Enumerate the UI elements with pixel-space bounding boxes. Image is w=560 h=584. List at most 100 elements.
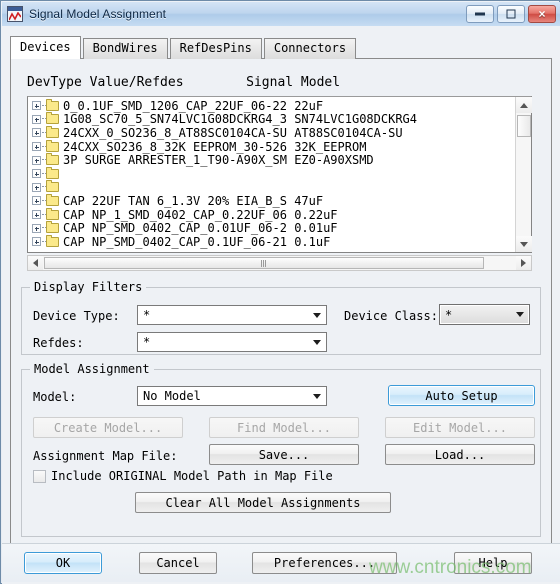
list-item[interactable]: CAP NP_1_SMD_0402_CAP_0.22UF_06 0.22uF — [28, 207, 515, 222]
tab-connectors[interactable]: Connectors — [263, 38, 357, 59]
expand-plus-icon[interactable] — [32, 223, 41, 233]
load-button[interactable]: Load... — [385, 444, 535, 465]
tab-refdespins[interactable]: RefDesPins — [169, 38, 262, 59]
device-class-combo[interactable]: * — [439, 304, 530, 325]
close-button[interactable]: × — [528, 5, 556, 23]
include-original-path-label: Include ORIGINAL Model Path in Map File — [51, 469, 333, 483]
chevron-down-icon[interactable] — [309, 307, 325, 323]
scroll-up-arrow-icon[interactable] — [516, 97, 532, 113]
expand-plus-icon[interactable] — [32, 196, 41, 206]
folder-icon — [46, 153, 59, 166]
tab-label: RefDesPins — [179, 41, 252, 55]
model-value: No Model — [143, 389, 201, 403]
save-button[interactable]: Save... — [209, 444, 359, 465]
window-title: Signal Model Assignment — [29, 7, 167, 21]
list-item-text: 0_0.1UF_SMD_1206_CAP_22UF_06-22 22uF — [63, 98, 324, 113]
auto-setup-button[interactable]: Auto Setup — [388, 385, 535, 406]
minimize-button[interactable] — [466, 5, 494, 23]
help-button[interactable]: Help — [454, 552, 532, 574]
chevron-down-icon[interactable] — [309, 334, 325, 350]
expand-plus-icon[interactable] — [32, 142, 41, 152]
tab-bondwires[interactable]: BondWires — [82, 38, 168, 59]
list-item-text: CAP 22UF TAN 6_1.3V 20% EIA_B_S 47uF — [63, 193, 324, 208]
edit-model-button[interactable]: Edit Model... — [385, 417, 535, 438]
list-item[interactable]: 24CXX_0_SO236_8_AT88SC0104CA-SU AT88SC01… — [28, 125, 515, 140]
model-label: Model: — [33, 390, 77, 404]
expand-plus-icon[interactable] — [32, 101, 41, 111]
display-filters-legend: Display Filters — [30, 280, 147, 294]
tab-devices[interactable]: Devices — [10, 36, 81, 59]
list-item[interactable]: 24CXX_SO236_8_32K EEPROM_30-526 32K_EEPR… — [28, 139, 515, 154]
scroll-down-arrow-icon[interactable] — [516, 236, 532, 252]
tab-label: BondWires — [92, 41, 158, 55]
expand-plus-icon[interactable] — [32, 182, 41, 192]
list-column-header: DevType Value/Refdes Signal Model — [27, 75, 341, 90]
model-assignment-legend: Model Assignment — [30, 362, 154, 376]
list-item-text: 24CXX_SO236_8_32K EEPROM_30-526 32K_EEPR… — [63, 139, 367, 154]
expand-plus-icon[interactable] — [32, 169, 41, 179]
chevron-down-icon[interactable] — [309, 388, 325, 404]
create-model-button[interactable]: Create Model... — [33, 417, 183, 438]
model-combo[interactable]: No Model — [137, 386, 327, 406]
find-model-button[interactable]: Find Model... — [209, 417, 359, 438]
dialog-window: Signal Model Assignment × Devices BondWi… — [0, 0, 560, 584]
expand-plus-icon[interactable] — [32, 237, 41, 247]
refdes-combo[interactable]: * — [137, 332, 327, 352]
maximize-button[interactable] — [497, 5, 525, 23]
device-class-label: Device Class: — [344, 309, 438, 323]
checkbox-box — [33, 469, 46, 483]
list-item-text: 24CXX_0_SO236_8_AT88SC0104CA-SU AT88SC01… — [63, 125, 403, 140]
scroll-right-arrow-icon[interactable] — [516, 256, 531, 270]
ok-button[interactable]: OK — [24, 552, 102, 574]
list-item[interactable]: CAP 22UF TAN 6_1.3V 20% EIA_B_S 47uF — [28, 193, 515, 208]
list-item-text: CAP NP_SMD_0402_CAP_0.1UF_06-21 0.1uF — [63, 234, 331, 249]
expand-plus-icon[interactable] — [32, 210, 41, 220]
scroll-left-arrow-icon[interactable] — [28, 256, 43, 270]
include-original-path-checkbox[interactable]: Include ORIGINAL Model Path in Map File — [33, 469, 333, 483]
expand-plus-icon[interactable] — [32, 114, 41, 124]
device-type-label: Device Type: — [33, 309, 120, 323]
device-list-rows: 0_0.1UF_SMD_1206_CAP_22UF_06-22 22uF 1G08… — [28, 97, 515, 252]
tab-strip: Devices BondWires RefDesPins Connectors — [10, 36, 358, 59]
clear-all-model-assignments-button[interactable]: Clear All Model Assignments — [135, 492, 391, 513]
horizontal-scrollbar[interactable] — [27, 255, 532, 271]
vertical-scrollbar-thumb[interactable] — [517, 115, 531, 137]
folder-icon — [46, 180, 59, 193]
window-controls: × — [466, 5, 556, 23]
list-item[interactable]: 3P SURGE ARRESTER_1_T90-A90X_SM EZ0-A90X… — [28, 153, 515, 167]
list-item[interactable]: 1G08_SC70_5_SN74LVC1G08DCKRG4_3 SN74LVC1… — [28, 112, 515, 127]
folder-icon — [46, 139, 59, 152]
list-item-text: 1G08_SC70_5_SN74LVC1G08DCKRG4_3 SN74LVC1… — [63, 112, 418, 127]
folder-icon — [46, 234, 59, 247]
folder-icon — [46, 112, 59, 125]
tab-panel: Devices BondWires RefDesPins Connectors … — [10, 36, 552, 557]
tab-label: Connectors — [273, 41, 347, 55]
refdes-value: * — [143, 335, 151, 349]
device-class-value: * — [445, 307, 453, 322]
chevron-down-icon[interactable] — [512, 306, 528, 323]
tab-content-devices: DevType Value/Refdes Signal Model 0_0.1U… — [10, 58, 552, 557]
folder-icon — [46, 166, 59, 179]
cancel-button[interactable]: Cancel — [139, 552, 217, 574]
device-type-combo[interactable]: * — [137, 305, 327, 325]
list-item[interactable] — [28, 180, 515, 195]
tab-label: Devices — [20, 40, 71, 54]
signal-waveform-icon — [7, 6, 23, 22]
device-type-value: * — [143, 308, 151, 322]
preferences-button[interactable]: Preferences... — [252, 552, 397, 574]
list-item-text: CAP NP_1_SMD_0402_CAP_0.22UF_06 0.22uF — [63, 207, 338, 222]
folder-icon — [46, 125, 59, 138]
folder-icon — [46, 207, 59, 220]
expand-plus-icon[interactable] — [32, 128, 41, 138]
device-list[interactable]: 0_0.1UF_SMD_1206_CAP_22UF_06-22 22uF 1G08… — [27, 96, 532, 253]
horizontal-scrollbar-thumb[interactable] — [44, 257, 484, 269]
dialog-footer: OK Cancel Preferences... Help — [2, 543, 560, 582]
list-item[interactable]: 0_0.1UF_SMD_1206_CAP_22UF_06-22 22uF — [28, 98, 515, 113]
vertical-scrollbar[interactable] — [515, 97, 532, 252]
list-item[interactable]: CAP NP_SMD_0402_CAP_0.01UF_06-2 0.01uF — [28, 221, 515, 235]
expand-plus-icon[interactable] — [32, 155, 41, 165]
list-item[interactable]: CAP NP_SMD_0402_CAP_0.1UF_06-21 0.1uF — [28, 234, 515, 249]
assignment-map-file-label: Assignment Map File: — [33, 449, 178, 463]
list-item[interactable] — [28, 166, 515, 181]
title-bar: Signal Model Assignment × — [2, 2, 560, 27]
